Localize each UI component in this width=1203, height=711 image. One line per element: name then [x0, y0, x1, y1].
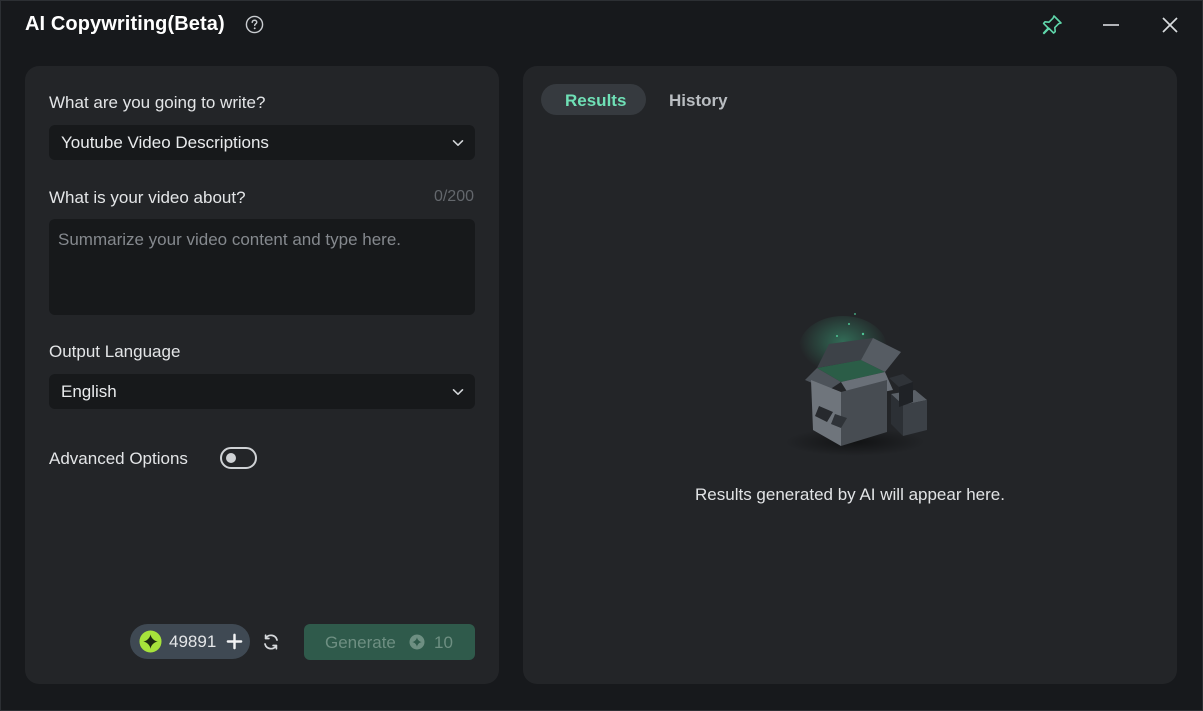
plus-icon[interactable] [226, 633, 243, 650]
output-language-label: Output Language [49, 342, 181, 361]
help-icon[interactable] [245, 15, 264, 34]
minimize-icon[interactable] [1099, 13, 1123, 37]
coin-icon [409, 634, 425, 650]
window-title: AI Copywriting(Beta) [25, 13, 225, 35]
video-summary-input[interactable] [49, 219, 475, 315]
pin-icon[interactable] [1040, 13, 1064, 37]
credits-balance[interactable]: 49891 [130, 624, 250, 659]
refresh-icon[interactable] [261, 632, 281, 652]
write-type-dropdown[interactable]: Youtube Video Descriptions [49, 125, 475, 160]
toggle-knob [226, 453, 236, 463]
tab-results[interactable]: Results [541, 84, 646, 115]
title-bar: AI Copywriting(Beta) [1, 1, 1202, 49]
chevron-down-icon [452, 389, 464, 395]
close-icon[interactable] [1158, 13, 1182, 37]
generate-cost: 10 [434, 633, 453, 652]
advanced-options-label: Advanced Options [49, 449, 188, 468]
advanced-options-toggle[interactable] [220, 447, 257, 469]
output-language-value: English [61, 382, 117, 401]
empty-box-icon [785, 313, 927, 456]
write-type-label: What are you going to write? [49, 93, 266, 112]
ai-credit-icon [139, 630, 162, 653]
input-panel: What are you going to write? Youtube Vid… [25, 66, 499, 684]
tab-history-label: History [669, 91, 728, 110]
video-about-label: What is your video about? [49, 188, 246, 207]
credits-value: 49891 [169, 632, 217, 651]
generate-button[interactable]: Generate 10 [304, 624, 475, 660]
char-counter: 0/200 [433, 188, 474, 205]
ai-copywriting-window: AI Copywriting(Beta) What are you going … [0, 0, 1203, 711]
empty-results-message: Results generated by AI will appear here… [695, 485, 1005, 504]
tab-results-label: Results [565, 91, 627, 110]
generate-label: Generate [325, 633, 396, 652]
results-panel: Results History Results generated by AI … [523, 66, 1177, 684]
output-language-dropdown[interactable]: English [49, 374, 475, 409]
write-type-value: Youtube Video Descriptions [61, 133, 269, 152]
tab-history[interactable]: History [654, 84, 744, 115]
chevron-down-icon [452, 140, 464, 146]
